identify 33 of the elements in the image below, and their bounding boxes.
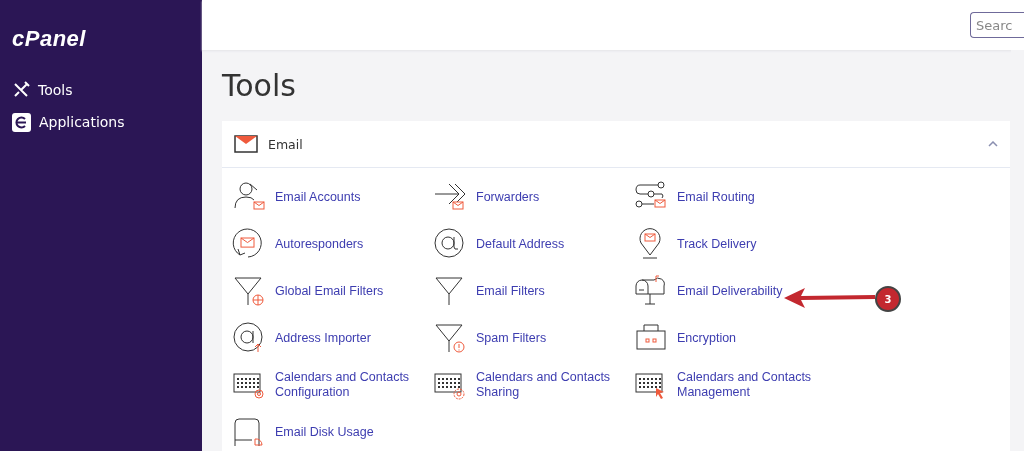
disk-icon <box>232 415 266 449</box>
funnel-warning-icon <box>433 321 467 355</box>
tool-link[interactable]: Calendars and Contacts Sharing <box>433 366 634 404</box>
tool-link[interactable]: Spam Filters <box>433 319 634 357</box>
sidebar-item[interactable]: Tools <box>12 74 73 106</box>
tool-link[interactable]: Email Accounts <box>232 178 433 216</box>
apps-icon <box>12 112 31 132</box>
tool-link[interactable]: Email Deliverability <box>634 272 854 310</box>
tool-link[interactable]: Global Email Filters <box>232 272 433 310</box>
funnel-globe-icon <box>232 274 266 308</box>
mailbox-icon <box>634 274 668 308</box>
tool-link[interactable]: Default Address <box>433 225 634 263</box>
tool-link[interactable]: Track Delivery <box>634 225 854 263</box>
sidebar-item[interactable]: Applications <box>12 106 125 138</box>
at-sign-icon <box>433 227 467 261</box>
envelope-icon <box>234 135 258 153</box>
tool-link[interactable]: Calendars and Contacts Configuration <box>232 366 433 404</box>
at-sign-upload-icon <box>232 321 266 355</box>
section-title: Email <box>268 136 304 152</box>
search-field[interactable]: Searc <box>970 12 1024 38</box>
tool-link[interactable]: Email Filters <box>433 272 634 310</box>
tools-icon <box>12 81 30 99</box>
tool-link[interactable]: Address Importer <box>232 319 433 357</box>
tool-link[interactable]: Calendars and Contacts Management <box>634 366 854 404</box>
tool-link[interactable]: Email Disk Usage <box>232 413 433 451</box>
tool-link[interactable]: Forwarders <box>433 178 634 216</box>
chevron-up-icon[interactable] <box>988 141 998 147</box>
logo: cPanel <box>12 26 86 52</box>
tool-link[interactable]: Email Routing <box>634 178 854 216</box>
tool-link[interactable]: Autoresponders <box>232 225 433 263</box>
section-header[interactable]: Email <box>222 121 1010 168</box>
tool-link[interactable]: Encryption <box>634 319 854 357</box>
page-title: Tools <box>222 68 296 103</box>
